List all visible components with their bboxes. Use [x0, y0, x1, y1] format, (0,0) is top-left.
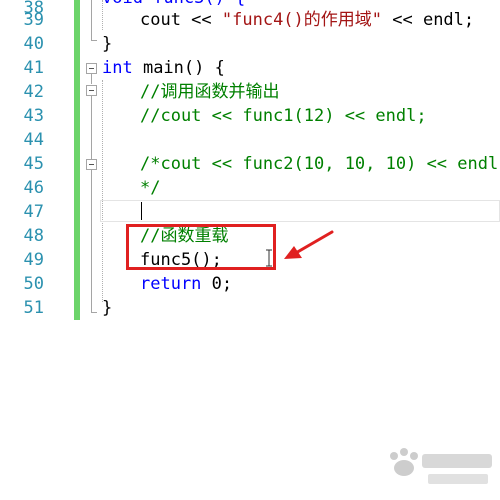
fold-guide-line — [91, 170, 92, 312]
code-line-45: /*cout << func2(10, 10, 10) << endl; — [140, 154, 500, 174]
line-number: 47 — [23, 202, 44, 222]
current-line-highlight — [100, 200, 500, 222]
code-text: << endl; — [382, 10, 475, 30]
code-line-42: //调用函数并输出 — [140, 82, 280, 102]
string-literal: "func4()的作用域" — [221, 10, 383, 30]
change-indicator-bar — [74, 0, 80, 320]
code-text: cout << — [140, 10, 222, 30]
baidu-watermark-icon — [390, 448, 492, 484]
line-number: 39 — [23, 10, 44, 30]
code-editor[interactable]: 38 39 40 41 42 43 44 45 46 47 48 49 50 5… — [0, 0, 500, 500]
line-number: 46 — [23, 178, 44, 198]
line-number: 40 — [23, 34, 44, 54]
code-text: void func3() { — [102, 0, 245, 8]
line-number: 42 — [23, 82, 44, 102]
code-line-43: //cout << func1(12) << endl; — [140, 106, 427, 126]
line-number: 43 — [23, 106, 44, 126]
indent-guide — [102, 80, 103, 302]
collapse-icon[interactable] — [86, 159, 97, 170]
keyword: int — [102, 58, 133, 78]
keyword: return — [140, 274, 202, 294]
fold-guide-line — [91, 74, 92, 84]
fold-end-marker — [91, 40, 97, 41]
line-number: 45 — [23, 154, 44, 174]
code-line-46: */ — [140, 178, 161, 198]
collapse-icon[interactable] — [86, 63, 97, 74]
text-cursor-icon — [266, 249, 272, 267]
line-number: 51 — [23, 298, 44, 318]
fold-guide-line — [91, 96, 92, 159]
code-line-39: cout << "func4()的作用域" << endl; — [140, 8, 474, 32]
fold-end-marker — [91, 312, 97, 313]
line-number: 50 — [23, 274, 44, 294]
code-line-41: int main() { — [102, 56, 225, 80]
code-text: } — [102, 34, 113, 54]
code-line-51: } — [102, 298, 113, 318]
line-number: 49 — [23, 250, 44, 270]
fold-guide-line — [91, 0, 92, 40]
line-number: 41 — [23, 58, 44, 78]
line-number: 44 — [23, 130, 44, 150]
collapse-icon[interactable] — [86, 85, 97, 96]
code-text: main() { — [132, 58, 225, 78]
code-text: 0; — [201, 274, 233, 294]
arrow-annotation-icon — [284, 230, 334, 259]
annotation-highlight-box — [126, 224, 276, 270]
line-number: 48 — [23, 226, 44, 246]
code-line-40: } — [102, 32, 112, 56]
text-caret — [141, 202, 142, 220]
code-line-50: return 0; — [140, 272, 232, 296]
